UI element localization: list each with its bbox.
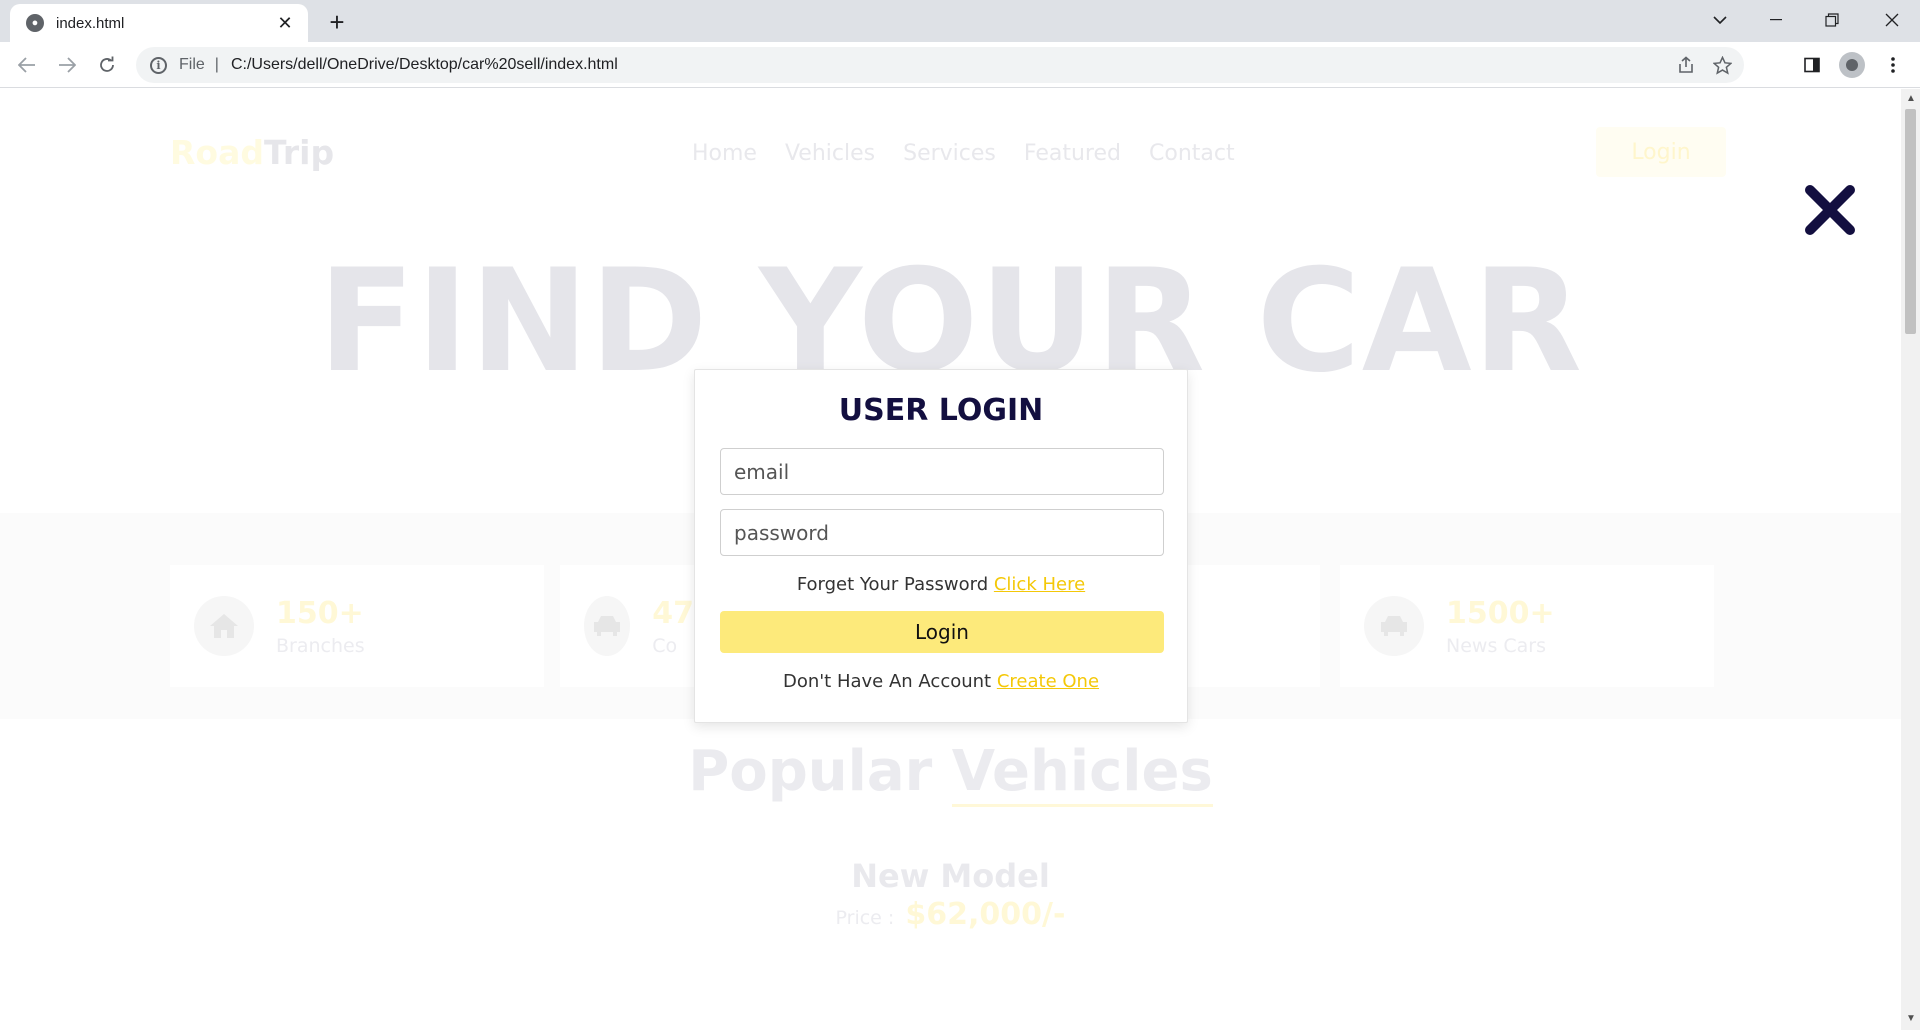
modal-title: USER LOGIN — [838, 393, 1044, 428]
main-nav: Home Vehicles Services Featured Contact — [692, 141, 1235, 166]
stat-card-third — [1188, 565, 1320, 687]
stat-number: 150+ — [276, 595, 364, 631]
nav-login-button[interactable]: Login — [1596, 127, 1726, 177]
nav-contact[interactable]: Contact — [1149, 141, 1235, 166]
scroll-thumb[interactable] — [1905, 109, 1916, 334]
forgot-password-text: Forget Your Password — [796, 574, 989, 595]
nav-featured[interactable]: Featured — [1024, 141, 1121, 166]
create-account-link[interactable]: Create One — [997, 671, 1099, 692]
scroll-up-arrow-icon[interactable]: ▲ — [1906, 93, 1916, 104]
url-separator: | — [214, 56, 219, 73]
restore-icon[interactable] — [1804, 0, 1860, 40]
login-submit-button[interactable]: Login — [720, 611, 1164, 653]
signup-row: Don't Have An Account Create One — [720, 671, 1162, 692]
nav-services[interactable]: Services — [903, 141, 996, 166]
stat-card-news-cars: 1500+ News Cars — [1340, 565, 1714, 687]
minimize-icon[interactable] — [1748, 0, 1804, 40]
price-line: Price : $62,000/- — [0, 897, 1901, 932]
stat-number: 47 — [652, 595, 694, 631]
profile-avatar-icon[interactable] — [1836, 49, 1868, 81]
home-icon — [194, 596, 254, 656]
stat-number: 1500+ — [1446, 595, 1555, 631]
stat-label: Branches — [276, 634, 365, 657]
scroll-down-arrow-icon[interactable]: ▼ — [1906, 1013, 1916, 1024]
stat-label: News Cars — [1446, 634, 1547, 657]
address-bar[interactable]: i File | C:/Users/dell/OneDrive/Desktop/… — [136, 47, 1744, 83]
browser-toolbar: i File | C:/Users/dell/OneDrive/Desktop/… — [0, 42, 1920, 88]
section-title-part2: Vehicles — [951, 739, 1213, 807]
browser-tab[interactable]: ● index.html ✕ — [10, 4, 308, 42]
close-login-icon[interactable] — [1804, 184, 1856, 236]
file-label: File — [179, 56, 205, 73]
price-label: Price : — [835, 907, 895, 929]
stat-label: Co — [652, 634, 678, 657]
bookmark-star-icon[interactable] — [1704, 47, 1740, 83]
stat-card-branches: 150+ Branches — [170, 565, 544, 687]
url-text[interactable]: C:/Users/dell/OneDrive/Desktop/car%20sel… — [231, 56, 618, 74]
info-icon[interactable]: i — [150, 56, 167, 74]
car-icon — [1364, 596, 1424, 656]
tab-title: index.html — [56, 14, 125, 32]
logo-part-road: Road — [170, 133, 264, 172]
signup-text: Don't Have An Account — [782, 671, 992, 692]
nav-vehicles[interactable]: Vehicles — [785, 141, 875, 166]
password-input[interactable] — [720, 509, 1164, 556]
share-icon[interactable] — [1668, 47, 1704, 83]
page-viewport: RoadTrip Home Vehicles Services Featured… — [0, 89, 1901, 1030]
nav-home[interactable]: Home — [692, 141, 757, 166]
model-title: New Model — [851, 857, 1050, 895]
section-title: Popular Vehicles — [0, 739, 1901, 807]
email-input[interactable] — [720, 448, 1164, 495]
price-value: $62,000/- — [905, 897, 1066, 932]
page-scrollbar[interactable]: ▲ ▼ — [1901, 89, 1920, 1030]
site-logo[interactable]: RoadTrip — [170, 133, 334, 172]
login-modal: USER LOGIN Forget Your Password Click He… — [694, 369, 1188, 723]
logo-part-trip: Trip — [263, 133, 335, 172]
car-icon — [584, 596, 631, 656]
globe-icon: ● — [26, 14, 44, 32]
section-title-part1: Popular — [688, 739, 933, 804]
new-tab-button[interactable]: + — [322, 7, 352, 37]
stat-card-second: 47 Co — [560, 565, 694, 687]
back-arrow-icon[interactable] — [11, 49, 43, 81]
tab-strip: ● index.html ✕ + — [0, 0, 1920, 42]
tab-close-icon[interactable]: ✕ — [274, 13, 296, 34]
side-panel-icon[interactable] — [1796, 49, 1828, 81]
reload-icon[interactable] — [91, 49, 123, 81]
forward-arrow-icon[interactable] — [51, 49, 83, 81]
tab-search-chevron-icon[interactable] — [1692, 0, 1748, 40]
more-menu-icon[interactable] — [1877, 49, 1909, 81]
window-close-icon[interactable] — [1864, 0, 1920, 40]
forgot-password-row: Forget Your Password Click Here — [720, 574, 1162, 595]
forgot-password-link[interactable]: Click Here — [994, 574, 1085, 595]
